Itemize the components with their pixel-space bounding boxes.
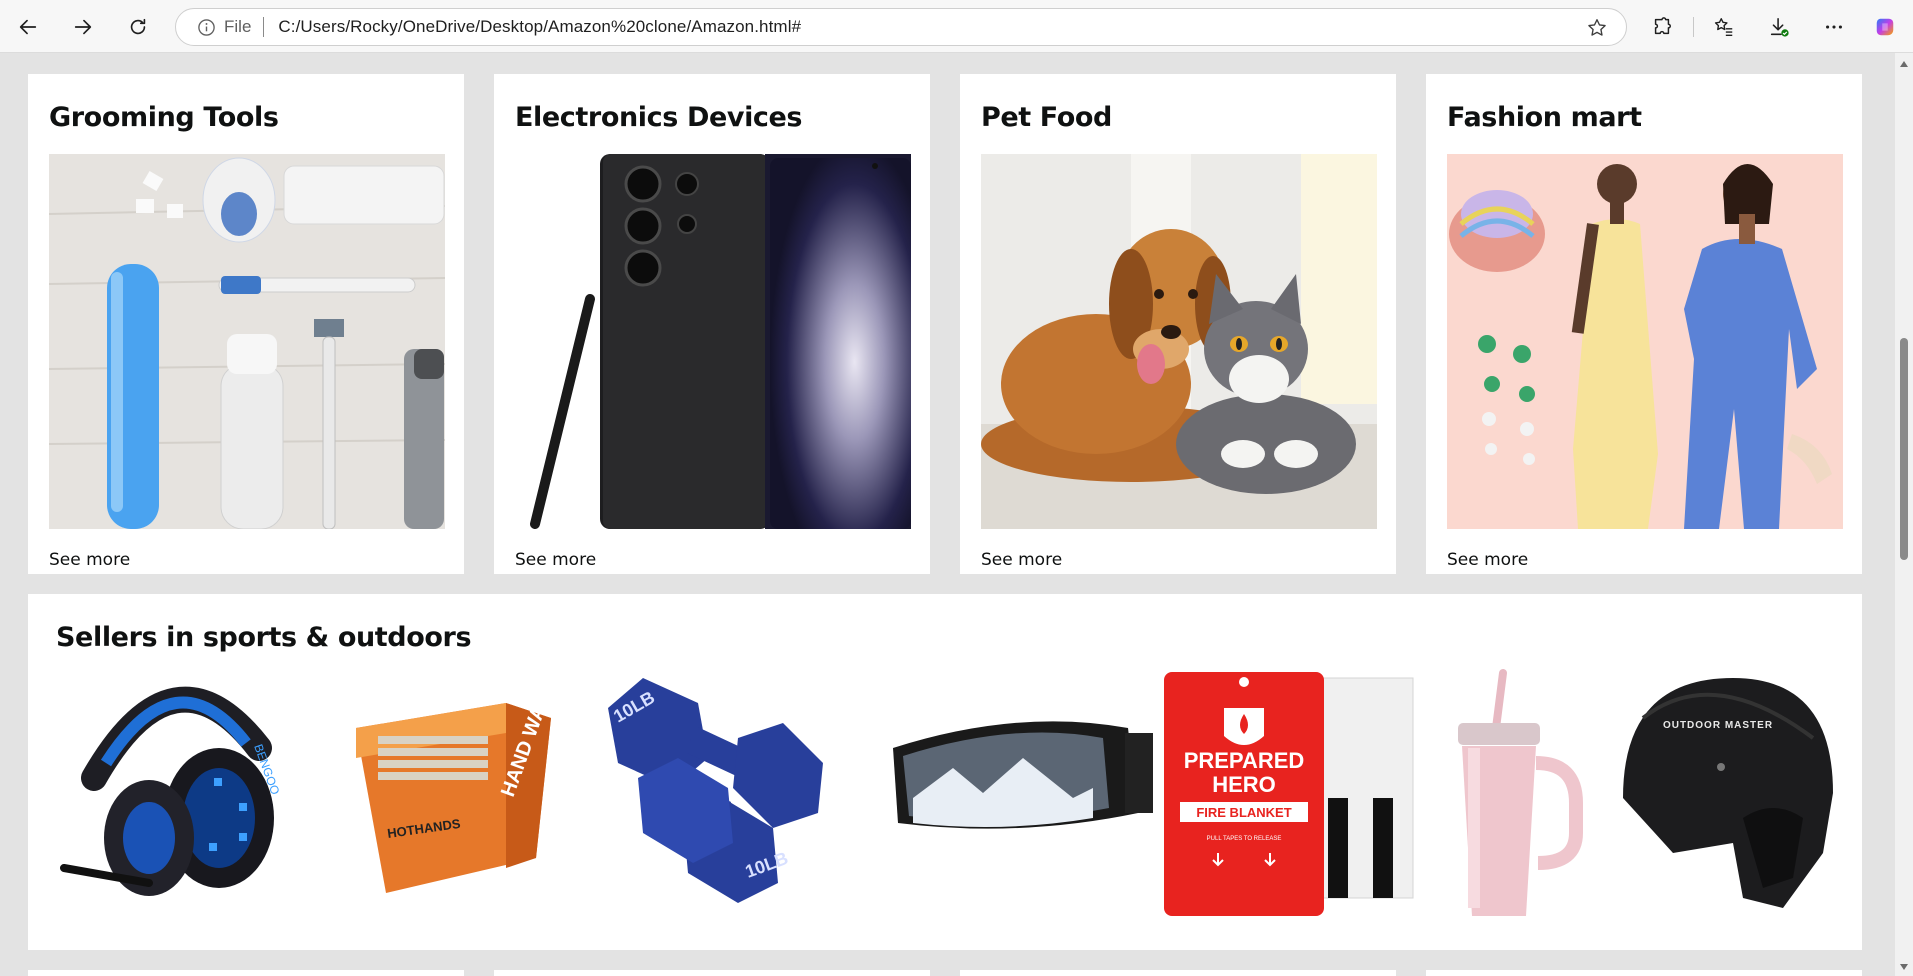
scroll-down-arrow-icon[interactable] (1900, 964, 1908, 970)
favorite-star-icon[interactable] (1586, 17, 1608, 39)
blanket-line3: FIRE BLANKET (1196, 805, 1291, 820)
downloads-button[interactable] (1762, 10, 1796, 44)
smartphone-image[interactable] (515, 154, 911, 529)
category-card-pet-food: Pet Food See more (960, 74, 1396, 574)
back-button[interactable] (11, 10, 45, 44)
blanket-line2: HERO (1212, 772, 1276, 797)
puzzle-icon (1654, 17, 1671, 35)
card-title: Pet Food (981, 102, 1112, 133)
next-card-peek (28, 970, 464, 976)
refresh-icon (130, 18, 146, 35)
see-more-link[interactable]: See more (1447, 550, 1528, 570)
grooming-tools-image[interactable] (49, 154, 445, 529)
category-card-fashion: Fashion mart See more (1426, 74, 1862, 574)
fashion-models-image[interactable] (1447, 154, 1843, 529)
browser-toolbar: File C:/Users/Rocky/OneDrive/Desktop/Ama… (0, 0, 1913, 53)
tumbler-image[interactable] (1438, 668, 1588, 920)
see-more-link[interactable]: See more (515, 550, 596, 570)
sports-outdoors-section: Sellers in sports & outdoors BENGOO HAND… (28, 594, 1862, 950)
dumbbells-image[interactable]: 10LB 10LB (598, 668, 848, 920)
vertical-scrollbar[interactable] (1895, 53, 1913, 976)
arrow-left-icon (19, 19, 37, 35)
next-card-peek (494, 970, 930, 976)
arrow-right-icon (74, 19, 92, 35)
gaming-headset-image[interactable]: BENGOO (54, 668, 302, 920)
see-more-link[interactable]: See more (981, 550, 1062, 570)
blanket-line1: PREPARED (1184, 748, 1305, 773)
scrollbar-thumb[interactable] (1900, 338, 1908, 560)
next-card-peek (960, 970, 1396, 976)
more-options-button[interactable] (1817, 10, 1851, 44)
blanket-line4: PULL TAPES TO RELEASE (1207, 836, 1282, 842)
hand-warmers-box-image[interactable]: HAND WARMERS HOTHANDS (348, 668, 556, 920)
fire-blanket-image[interactable]: PREPARED HERO FIRE BLANKET PULL TAPES TO… (1158, 668, 1418, 920)
info-icon[interactable] (196, 17, 216, 37)
ski-helmet-image[interactable]: OUTDOOR MASTER (1603, 668, 1838, 920)
category-card-electronics: Electronics Devices See more (494, 74, 930, 574)
see-more-link[interactable]: See more (49, 550, 130, 570)
address-bar[interactable]: File C:/Users/Rocky/OneDrive/Desktop/Ama… (175, 8, 1627, 46)
ellipsis-icon (1826, 25, 1842, 29)
address-separator (263, 17, 265, 37)
helmet-brand-text: OUTDOOR MASTER (1663, 720, 1773, 731)
copilot-icon (1876, 18, 1894, 36)
download-icon (1770, 17, 1789, 37)
forward-button[interactable] (66, 10, 100, 44)
address-prefix: File (224, 17, 252, 36)
scroll-up-arrow-icon[interactable] (1900, 61, 1908, 67)
toolbar-divider (1693, 17, 1694, 37)
ski-goggles-image[interactable] (883, 668, 1155, 920)
extensions-button[interactable] (1645, 10, 1679, 44)
copilot-button[interactable] (1868, 10, 1902, 44)
card-title: Fashion mart (1447, 102, 1642, 133)
category-card-grooming: Grooming Tools See more (28, 74, 464, 574)
dog-and-cat-image[interactable] (981, 154, 1377, 529)
favorites-button[interactable] (1707, 10, 1741, 44)
url-text[interactable]: C:/Users/Rocky/OneDrive/Desktop/Amazon%2… (278, 17, 801, 37)
refresh-button[interactable] (121, 10, 155, 44)
next-card-peek (1426, 970, 1862, 976)
favorites-list-icon (1714, 18, 1733, 36)
card-title: Grooming Tools (49, 102, 279, 133)
section-title: Sellers in sports & outdoors (56, 622, 472, 653)
card-title: Electronics Devices (515, 102, 803, 133)
